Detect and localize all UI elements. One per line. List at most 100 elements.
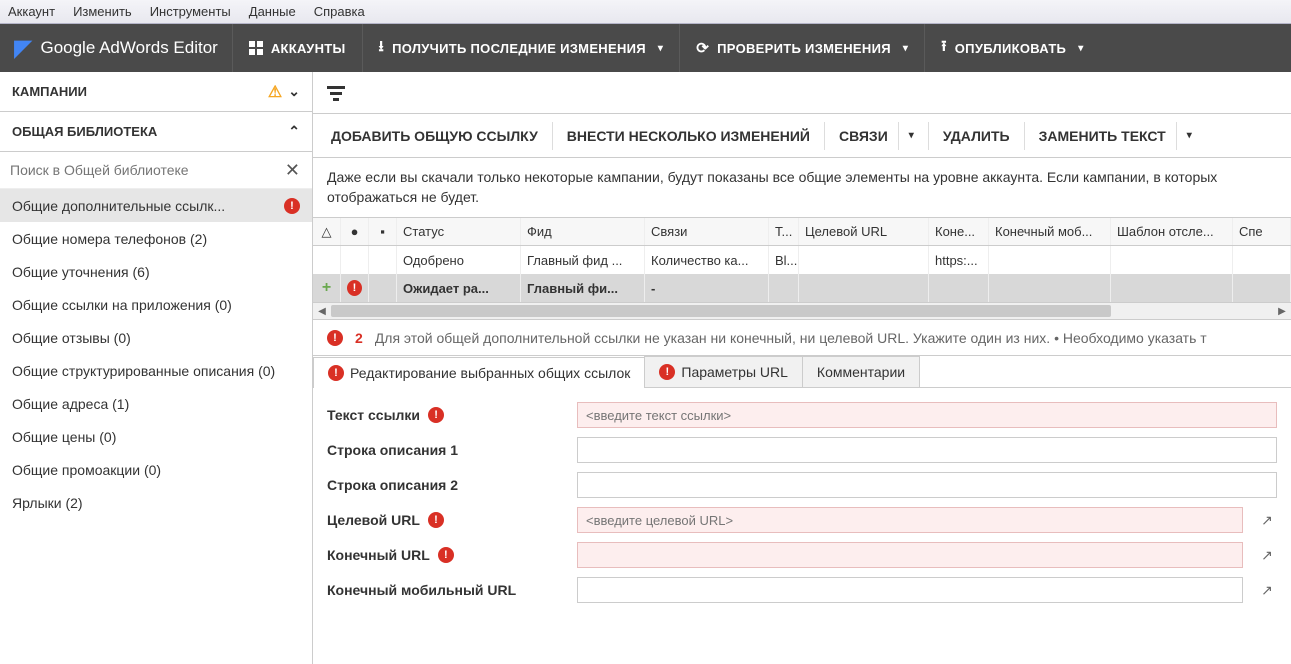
replace-text-button[interactable]: ЗАМЕНИТЬ ТЕКСТ▾ xyxy=(1027,114,1204,158)
upload-icon: ⭱ xyxy=(941,36,947,61)
bulk-edit-button[interactable]: ВНЕСТИ НЕСКОЛЬКО ИЗМЕНЕНИЙ xyxy=(555,114,822,158)
sidebar-item[interactable]: Общие отзывы (0) xyxy=(0,321,312,354)
table-cell xyxy=(341,246,369,274)
download-icon: ⭳ xyxy=(379,36,385,61)
table-cell xyxy=(1233,246,1291,274)
add-link-button[interactable]: ДОБАВИТЬ ОБЩУЮ ССЫЛКУ xyxy=(319,114,550,158)
menu-help[interactable]: Справка xyxy=(314,4,365,19)
library-search-input[interactable] xyxy=(8,156,281,184)
error-icon: ! xyxy=(428,512,444,528)
desc2-input[interactable] xyxy=(577,472,1277,498)
sidebar: КАМПАНИИ ⚠ ⌄ ОБЩАЯ БИБЛИОТЕКА ⌃ ✕ Общие … xyxy=(0,72,313,664)
link-text-input[interactable] xyxy=(577,402,1277,428)
detail-tabs: !Редактирование выбранных общих ссылок! П… xyxy=(313,356,1291,388)
tab[interactable]: Комментарии xyxy=(802,356,920,387)
desc1-label: Строка описания 1 xyxy=(327,442,567,458)
col-t[interactable]: Т... xyxy=(769,218,799,245)
col-template[interactable]: Шаблон отсле... xyxy=(1111,218,1233,245)
col-feed[interactable]: Фид xyxy=(521,218,645,245)
sidebar-item[interactable]: Общие дополнительные ссылк...! xyxy=(0,189,312,222)
table-cell xyxy=(1111,246,1233,274)
error-icon: ! xyxy=(659,364,675,380)
error-strip: ! 2 Для этой общей дополнительной ссылки… xyxy=(313,320,1291,356)
chevron-up-icon[interactable]: ⌃ xyxy=(288,123,300,140)
desc1-input[interactable] xyxy=(577,437,1277,463)
sidebar-item[interactable]: Общие цены (0) xyxy=(0,420,312,453)
campaigns-header[interactable]: КАМПАНИИ ⚠ ⌄ xyxy=(0,72,312,112)
open-link-icon[interactable]: ↗ xyxy=(1257,580,1277,600)
col-final[interactable]: Коне... xyxy=(929,218,989,245)
table-cell: https:... xyxy=(929,246,989,274)
filter-bar xyxy=(313,72,1291,114)
col-links[interactable]: Связи xyxy=(645,218,769,245)
table-cell xyxy=(369,246,397,274)
sidebar-item-label: Ярлыки (2) xyxy=(12,495,83,511)
get-changes-button[interactable]: ⭳ ПОЛУЧИТЬ ПОСЛЕДНИЕ ИЗМЕНЕНИЯ ▾ xyxy=(363,24,680,72)
sidebar-item-label: Общие номера телефонов (2) xyxy=(12,231,207,247)
sidebar-item[interactable]: Общие уточнения (6) xyxy=(0,255,312,288)
sidebar-item[interactable]: Общие промоакции (0) xyxy=(0,453,312,486)
col-spe[interactable]: Спе xyxy=(1233,218,1291,245)
library-header[interactable]: ОБЩАЯ БИБЛИОТЕКА ⌃ xyxy=(0,112,312,152)
error-icon: ! xyxy=(327,330,343,346)
publish-button[interactable]: ⭱ ОПУБЛИКОВАТЬ ▾ xyxy=(925,24,1099,72)
sidebar-item[interactable]: Общие адреса (1) xyxy=(0,387,312,420)
sidebar-item-label: Общие отзывы (0) xyxy=(12,330,131,346)
table-cell xyxy=(313,246,341,274)
table-cell: Главный фид ... xyxy=(521,246,645,274)
menu-data[interactable]: Данные xyxy=(249,4,296,19)
grid-icon xyxy=(249,41,263,55)
dest-url-input[interactable] xyxy=(577,507,1243,533)
sidebar-item[interactable]: Общие ссылки на приложения (0) xyxy=(0,288,312,321)
sidebar-item[interactable]: Общие номера телефонов (2) xyxy=(0,222,312,255)
table-cell: Ожидает ра... xyxy=(397,274,521,302)
menu-tools[interactable]: Инструменты xyxy=(150,4,231,19)
table-cell: Одобрено xyxy=(397,246,521,274)
table-row[interactable]: +!Ожидает ра...Главный фи...- xyxy=(313,274,1291,302)
chevron-down-icon[interactable]: ⌄ xyxy=(288,83,300,100)
sidebar-item[interactable]: Ярлыки (2) xyxy=(0,486,312,519)
data-table: △ ● ▪ Статус Фид Связи Т... Целевой URL … xyxy=(313,217,1291,320)
table-row[interactable]: ОдобреноГлавный фид ...Количество ка...B… xyxy=(313,246,1291,274)
scroll-left-icon[interactable]: ◀ xyxy=(313,303,331,319)
col-status[interactable]: Статус xyxy=(397,218,521,245)
col-change[interactable]: △ xyxy=(313,218,341,245)
scroll-thumb[interactable] xyxy=(331,305,1111,317)
menu-account[interactable]: Аккаунт xyxy=(8,4,55,19)
col-mobile[interactable]: Конечный моб... xyxy=(989,218,1111,245)
accounts-button[interactable]: АККАУНТЫ xyxy=(232,24,362,72)
desc2-label: Строка описания 2 xyxy=(327,477,567,493)
sidebar-item-label: Общие структурированные описания (0) xyxy=(12,363,275,379)
app-logo: ◤ Google AdWords Editor xyxy=(0,34,232,63)
mobile-url-input[interactable] xyxy=(577,577,1243,603)
check-changes-button[interactable]: ⟳ ПРОВЕРИТЬ ИЗМЕНЕНИЯ ▾ xyxy=(680,24,924,72)
sidebar-item[interactable]: Общие структурированные описания (0) xyxy=(0,354,312,387)
table-cell xyxy=(799,274,929,302)
edit-form: Текст ссылки! Строка описания 1 Строка о… xyxy=(313,388,1291,603)
clear-search-icon[interactable]: ✕ xyxy=(281,160,304,181)
tab-label: Параметры URL xyxy=(681,364,788,380)
content-area: ДОБАВИТЬ ОБЩУЮ ССЫЛКУ ВНЕСТИ НЕСКОЛЬКО И… xyxy=(313,72,1291,664)
chevron-down-icon: ▾ xyxy=(898,122,914,150)
links-button[interactable]: СВЯЗИ▾ xyxy=(827,114,926,158)
open-link-icon[interactable]: ↗ xyxy=(1257,510,1277,530)
table-cell xyxy=(1111,274,1233,302)
table-cell: Bl... xyxy=(769,246,799,274)
library-search-row: ✕ xyxy=(0,152,312,189)
sidebar-item-label: Общие дополнительные ссылк... xyxy=(12,198,225,214)
col-dest-url[interactable]: Целевой URL xyxy=(799,218,929,245)
tab-label: Редактирование выбранных общих ссылок xyxy=(350,365,630,381)
final-url-input[interactable] xyxy=(577,542,1243,568)
tab[interactable]: ! Параметры URL xyxy=(644,356,803,387)
col-error[interactable]: ● xyxy=(341,218,369,245)
horizontal-scrollbar[interactable]: ◀ ▶ xyxy=(313,302,1291,320)
col-comment[interactable]: ▪ xyxy=(369,218,397,245)
open-link-icon[interactable]: ↗ xyxy=(1257,545,1277,565)
chevron-down-icon: ▾ xyxy=(1176,122,1192,150)
delete-button[interactable]: УДАЛИТЬ xyxy=(931,114,1022,158)
main-toolbar: ◤ Google AdWords Editor АККАУНТЫ ⭳ ПОЛУЧ… xyxy=(0,24,1291,72)
filter-icon[interactable] xyxy=(327,86,345,100)
menu-edit[interactable]: Изменить xyxy=(73,4,132,19)
scroll-right-icon[interactable]: ▶ xyxy=(1273,303,1291,319)
tab[interactable]: !Редактирование выбранных общих ссылок xyxy=(313,357,645,388)
